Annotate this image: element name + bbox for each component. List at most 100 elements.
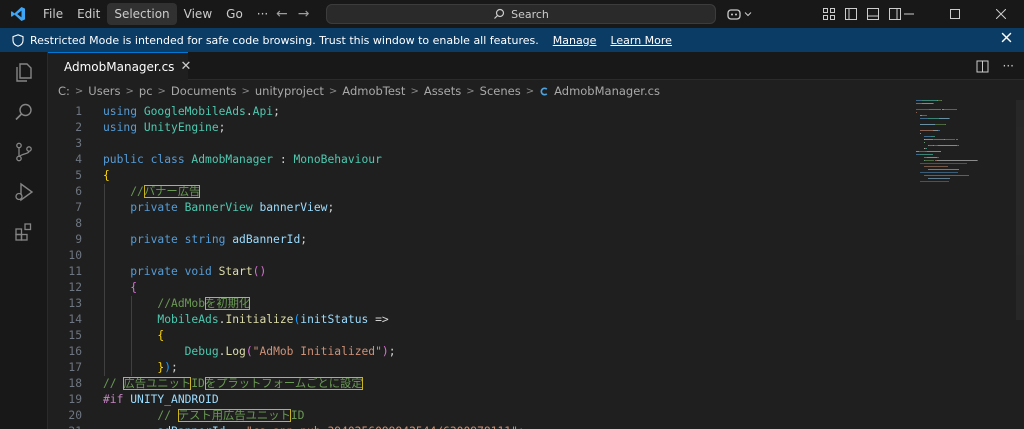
menu-file[interactable]: File	[36, 3, 70, 25]
code-token: MonoBehaviour	[293, 153, 382, 166]
code-line[interactable]: 5{	[48, 168, 910, 184]
extensions-icon[interactable]	[0, 212, 48, 252]
code-line[interactable]: 19 #if UNITY_ANDROID	[48, 392, 910, 408]
toggle-panel-icon[interactable]	[866, 7, 880, 21]
menu-view[interactable]: View	[177, 3, 219, 25]
code-line[interactable]: 20 // テスト用広告ユニットID	[48, 408, 910, 424]
code-text: using UnityEngine;	[103, 120, 225, 136]
code-token: UNITY_ANDROID	[130, 393, 219, 406]
source-control-icon[interactable]	[0, 132, 48, 172]
chevron-right-icon: >	[328, 85, 338, 97]
manage-link[interactable]: Manage	[553, 34, 597, 47]
menu-go[interactable]: Go	[219, 3, 250, 25]
minimap-stroke	[927, 151, 941, 152]
menu-edit[interactable]: Edit	[70, 3, 107, 25]
minimize-icon	[904, 13, 914, 15]
toggle-primary-sidebar-icon[interactable]	[844, 7, 858, 21]
tab-close-icon[interactable]: ✕	[180, 59, 191, 74]
code-token: .	[245, 105, 253, 118]
code-editor[interactable]: 1 using GoogleMobileAds.Api; 2 using UnityE…	[48, 100, 910, 429]
close-window-button[interactable]	[978, 0, 1024, 28]
code-text: private string adBannerId;	[103, 232, 307, 248]
editor-scrollbar[interactable]	[1016, 100, 1024, 320]
code-line[interactable]: 13 //AdMobを初期化	[48, 296, 910, 312]
banner-close-icon[interactable]	[1001, 32, 1012, 46]
search-view-icon[interactable]	[0, 92, 48, 132]
customize-layout-icon[interactable]	[822, 7, 836, 21]
minimap-stroke	[916, 109, 929, 110]
minimap-stroke	[927, 157, 937, 158]
code-token: ;	[300, 233, 308, 246]
code-line[interactable]: 4 public class AdmobManager : MonoBehavio…	[48, 152, 910, 168]
menu-selection[interactable]: Selection	[107, 3, 177, 25]
split-editor-icon[interactable]	[976, 60, 989, 73]
minimap-stroke	[920, 118, 928, 119]
code-line[interactable]: 3	[48, 136, 910, 152]
more-actions-icon[interactable]: ···	[1003, 59, 1014, 73]
breadcrumb-item[interactable]: Documents	[171, 84, 237, 98]
breadcrumb-item[interactable]: Scenes	[480, 84, 521, 98]
explorer-icon[interactable]	[0, 52, 48, 92]
minimap-stroke	[928, 169, 959, 170]
minimap-stroke	[926, 148, 927, 149]
code-line[interactable]: 17 });	[48, 360, 910, 376]
restricted-mode-banner: Restricted Mode is intended for safe cod…	[0, 28, 1024, 52]
breadcrumb-item[interactable]: Users	[88, 84, 120, 98]
code-line[interactable]: 16 Debug.Log("AdMob Initialized");	[48, 344, 910, 360]
copilot-button[interactable]	[726, 4, 752, 24]
command-center-search[interactable]: Search	[326, 4, 716, 24]
breadcrumb-item[interactable]: C:	[58, 84, 70, 98]
tab-admobmanager[interactable]: AdmobManager.cs ✕	[48, 52, 191, 80]
search-placeholder: Search	[511, 7, 549, 21]
code-line[interactable]: 7 private BannerView bannerView;	[48, 200, 910, 216]
minimap[interactable]	[916, 100, 1016, 429]
chevron-right-icon: >	[466, 85, 475, 97]
code-line[interactable]: 12 {	[48, 280, 910, 296]
minimap-stroke	[922, 100, 937, 101]
code-line[interactable]: 14 MobileAds.Initialize(initStatus =>	[48, 312, 910, 328]
minimap-stroke	[977, 160, 978, 161]
maximize-button[interactable]	[932, 0, 978, 28]
minimap-stroke	[935, 124, 945, 125]
breadcrumb-item[interactable]: unityproject	[255, 84, 324, 98]
code-token: {	[157, 329, 165, 342]
code-line[interactable]: 11 private void Start()	[48, 264, 910, 280]
code-token: ()	[252, 265, 267, 278]
code-token: private void	[103, 265, 219, 278]
code-line[interactable]: 21 adBannerId = "ca-app-pub-394025609994…	[48, 424, 910, 429]
code-line[interactable]: 6 //バナー広告	[48, 184, 910, 200]
line-number: 6	[75, 185, 82, 198]
line-number: 2	[75, 121, 82, 134]
code-text: private BannerView bannerView;	[103, 200, 334, 216]
run-debug-icon[interactable]	[0, 172, 48, 212]
vscode-logo-icon	[0, 0, 36, 28]
forward-arrow-icon[interactable]: →	[298, 6, 310, 22]
breadcrumb-item-file[interactable]: AdmobManager.cs	[554, 84, 660, 98]
learn-more-link[interactable]: Learn More	[610, 34, 672, 47]
menu-more[interactable]: ···	[250, 3, 275, 25]
code-line[interactable]: 2 using UnityEngine;	[48, 120, 910, 136]
code-line[interactable]: 1 using GoogleMobileAds.Api;	[48, 104, 910, 120]
code-line[interactable]: 10	[48, 248, 910, 264]
breadcrumb-item[interactable]: AdmobTest	[342, 84, 405, 98]
minimize-button[interactable]	[886, 0, 932, 28]
code-text: {	[103, 280, 137, 296]
code-text: {	[103, 168, 110, 184]
breadcrumb-item[interactable]: Assets	[424, 84, 461, 98]
breadcrumb-item[interactable]: pc	[139, 84, 153, 98]
code-line[interactable]: 18 // 広告ユニットIDをプラットフォームごとに設定	[48, 376, 910, 392]
code-line[interactable]: 15 {	[48, 328, 910, 344]
navigation-arrows: ← →	[276, 0, 309, 28]
code-text: private void Start()	[103, 264, 266, 280]
minimap-stroke	[945, 139, 955, 140]
code-token: {	[103, 169, 110, 182]
code-line[interactable]: 9 private string adBannerId;	[48, 232, 910, 248]
minimap-stroke	[956, 139, 958, 140]
code-token: using	[103, 105, 144, 118]
code-line[interactable]: 8	[48, 216, 910, 232]
code-token: バナー広告	[143, 185, 201, 198]
code-token: adBannerId	[232, 233, 301, 246]
line-number: 5	[75, 169, 82, 182]
back-arrow-icon[interactable]: ←	[276, 6, 288, 22]
minimap-stroke	[949, 118, 950, 119]
